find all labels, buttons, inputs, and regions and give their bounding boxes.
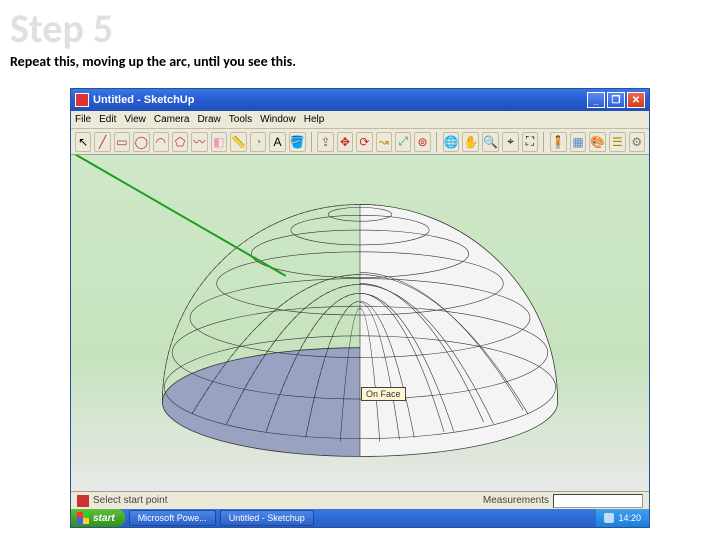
system-tray[interactable]: 14:20	[596, 509, 649, 527]
zoom-window-tool-icon[interactable]: ⌖	[502, 132, 518, 152]
component-icon[interactable]: ▦	[570, 132, 586, 152]
polygon-tool-icon[interactable]: ⬠	[172, 132, 188, 152]
start-button[interactable]: start	[71, 509, 125, 527]
titlebar: Untitled - SketchUp _ ❐ ✕	[71, 89, 649, 111]
measurements-input[interactable]	[553, 494, 643, 508]
circle-tool-icon[interactable]: ◯	[133, 132, 149, 152]
text-tool-icon[interactable]: A	[269, 132, 285, 152]
windows-flag-icon	[77, 512, 89, 524]
menu-draw[interactable]: Draw	[197, 114, 220, 125]
zoom-extents-tool-icon[interactable]: ⛶	[522, 132, 538, 152]
eraser-tool-icon[interactable]: ◧	[211, 132, 227, 152]
menu-window[interactable]: Window	[260, 114, 296, 125]
start-label: start	[93, 513, 115, 524]
tray-icon[interactable]	[604, 513, 614, 523]
menu-help[interactable]: Help	[304, 114, 325, 125]
menu-view[interactable]: View	[124, 114, 146, 125]
step-caption: Repeat this, moving up the arc, until yo…	[0, 53, 720, 76]
xp-taskbar: start Microsoft Powe... Untitled - Sketc…	[71, 509, 649, 527]
menu-file[interactable]: File	[75, 114, 91, 125]
app-icon	[75, 93, 89, 107]
doc-title: Untitled	[93, 94, 134, 106]
arc-tool-icon[interactable]: ◠	[153, 132, 169, 152]
orbit-tool-icon[interactable]: 🌐	[443, 132, 460, 152]
taskbar-item-sketchup[interactable]: Untitled - Sketchup	[220, 510, 314, 526]
rectangle-tool-icon[interactable]: ▭	[114, 132, 130, 152]
menubar: File Edit View Camera Draw Tools Window …	[71, 111, 649, 129]
cursor-tooltip: On Face	[361, 387, 406, 401]
tape-tool-icon[interactable]: 📏	[230, 132, 247, 152]
clock: 14:20	[618, 513, 641, 523]
title-sep: -	[134, 94, 144, 106]
pan-tool-icon[interactable]: ✋	[462, 132, 479, 152]
select-tool-icon[interactable]: ↖	[75, 132, 91, 152]
rotate-tool-icon[interactable]: ⟳	[356, 132, 372, 152]
maximize-button[interactable]: ❐	[607, 92, 625, 108]
materials-icon[interactable]: 🎨	[589, 132, 606, 152]
close-button[interactable]: ✕	[627, 92, 645, 108]
statusbar: Select start point Measurements	[71, 491, 649, 509]
protractor-tool-icon[interactable]: ◔	[250, 132, 266, 152]
viewport[interactable]: On Face	[71, 155, 649, 491]
menu-camera[interactable]: Camera	[154, 114, 190, 125]
followme-tool-icon[interactable]: ↝	[376, 132, 392, 152]
status-icon	[77, 495, 89, 507]
paint-tool-icon[interactable]: 🪣	[289, 132, 306, 152]
settings-icon[interactable]: ⚙	[629, 132, 645, 152]
freehand-tool-icon[interactable]: 〰	[191, 132, 207, 152]
minimize-button[interactable]: _	[587, 92, 605, 108]
measurements-label: Measurements	[483, 495, 549, 506]
scale-tool-icon[interactable]: ⤢	[395, 132, 411, 152]
taskbar-item-powerpoint[interactable]: Microsoft Powe...	[129, 510, 216, 526]
zoom-tool-icon[interactable]: 🔍	[482, 132, 499, 152]
move-tool-icon[interactable]: ✥	[337, 132, 353, 152]
line-tool-icon[interactable]: ╱	[94, 132, 110, 152]
offset-tool-icon[interactable]: ⊚	[414, 132, 430, 152]
layers-icon[interactable]: ☰	[609, 132, 625, 152]
menu-tools[interactable]: Tools	[229, 114, 252, 125]
pushpull-tool-icon[interactable]: ⇪	[317, 132, 333, 152]
step-title: Step 5	[0, 0, 720, 53]
dome-model	[71, 155, 649, 491]
sketchup-window: Untitled - SketchUp _ ❐ ✕ File Edit View…	[70, 88, 650, 528]
toolbar: ↖ ╱ ▭ ◯ ◠ ⬠ 〰 ◧ 📏 ◔ A 🪣 ⇪ ✥ ⟳ ↝ ⤢ ⊚ 🌐 ✋ …	[71, 129, 649, 155]
app-name: SketchUp	[144, 94, 195, 106]
model-info-icon[interactable]: 🧍	[550, 132, 567, 152]
status-hint: Select start point	[93, 495, 167, 506]
menu-edit[interactable]: Edit	[99, 114, 116, 125]
